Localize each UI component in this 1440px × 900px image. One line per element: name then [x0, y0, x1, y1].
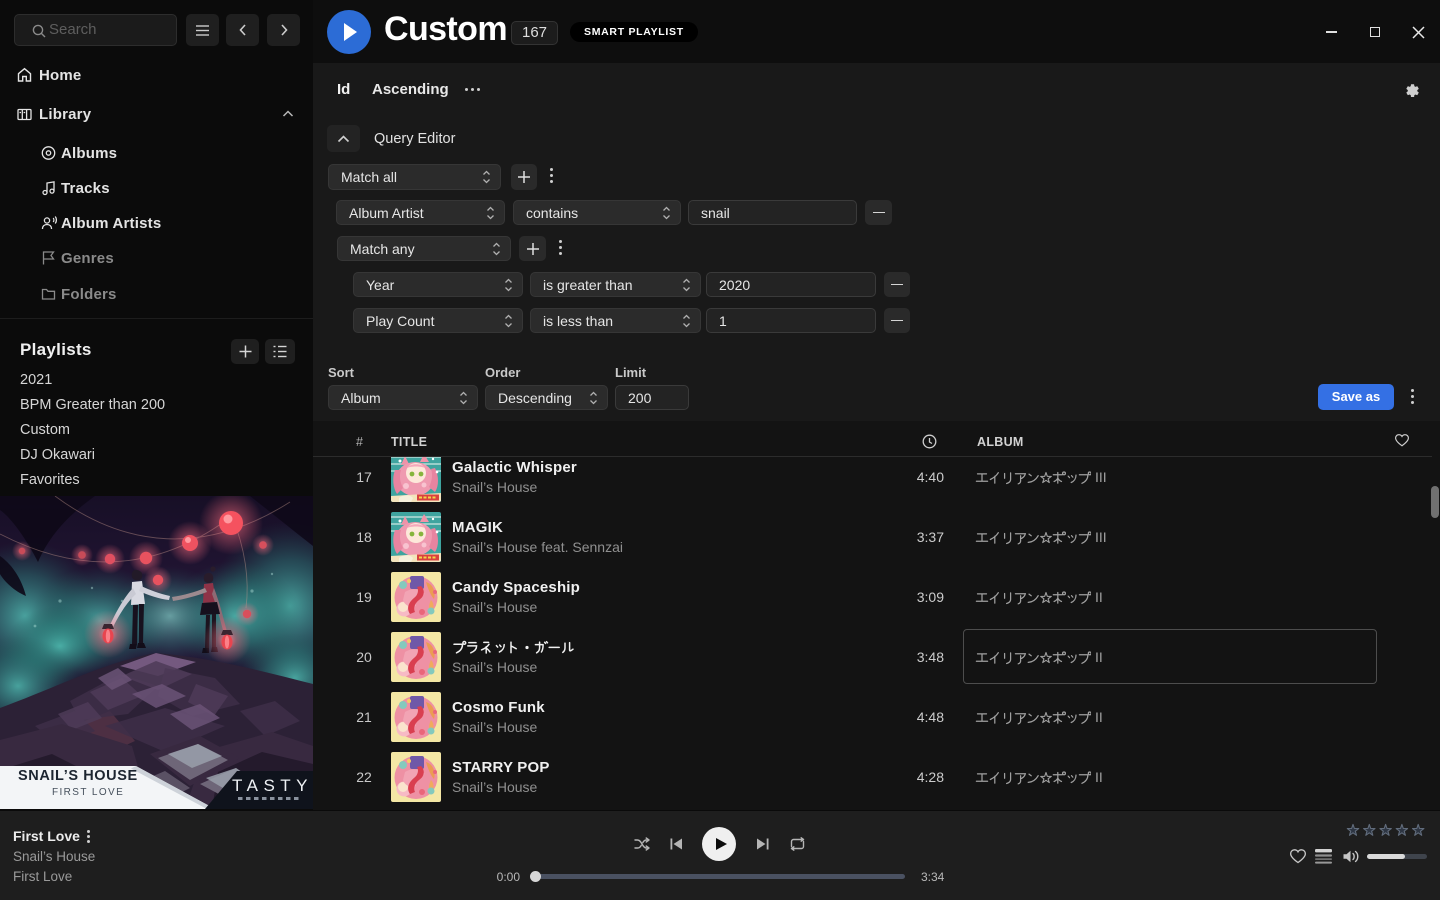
svg-text:FIRST LOVE: FIRST LOVE [52, 787, 124, 798]
svg-text:TASTY: TASTY [232, 776, 313, 795]
svg-text:SNAIL’S HOUSE: SNAIL’S HOUSE [18, 768, 138, 784]
